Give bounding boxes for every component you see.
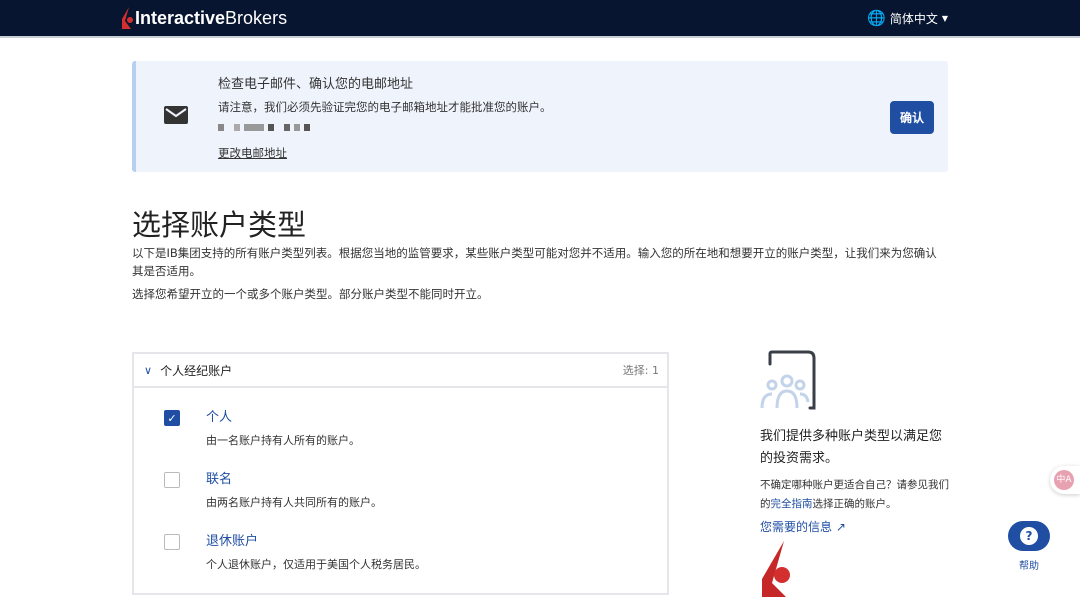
language-label: 简体中文 xyxy=(889,11,938,26)
email-verification-banner: 检查电子邮件、确认您的电邮地址 请注意，我们必须先验证完您的电子邮箱地址才能批准… xyxy=(132,61,948,172)
confirm-button[interactable]: 确认 xyxy=(889,101,934,134)
chevron-down-icon: ∨ xyxy=(144,363,153,377)
top-nav: Interactive Brokers 🌐 简体中文 ▼ xyxy=(0,0,1080,38)
option-desc: 个人退休账户，仅适用于美国个人税务居民。 xyxy=(206,558,426,571)
help-label: 帮助 xyxy=(1019,561,1039,572)
intro-text: 以下是IB集团支持的所有账户类型列表。根据您当地的监管要求，某些账户类型可能对您… xyxy=(132,246,937,278)
page-title: 选择账户类型 xyxy=(132,208,307,242)
account-type-panel: ∨ 个人经纪账户 选择: 1 ✓ 个人 由一名账户持有人所有的账户。 联名 由两… xyxy=(132,352,669,595)
complete-guide-link[interactable]: 完全指南 xyxy=(771,498,813,510)
ib-logo[interactable]: Interactive Brokers xyxy=(121,7,287,29)
ib-logo-icon xyxy=(122,7,133,29)
selection-count: 选择: 1 xyxy=(622,364,659,377)
info-needed-link[interactable]: 您需要的信息 ↗ xyxy=(760,518,950,535)
option-label: 退休账户 xyxy=(206,534,259,549)
option-desc: 由一名账户持有人所有的账户。 xyxy=(206,434,360,447)
option-desc: 由两名账户持有人共同所有的账户。 xyxy=(206,496,382,509)
checkbox-checked[interactable]: ✓ xyxy=(164,410,180,426)
logo-text-light: Brokers xyxy=(225,7,288,28)
panel-title: 个人经纪账户 xyxy=(160,363,233,378)
translate-button[interactable]: 中A xyxy=(1050,466,1080,494)
sidebar-title: 我们提供多种账户类型以满足您的投资需求。 xyxy=(760,429,943,466)
change-email-link[interactable]: 更改电邮地址 xyxy=(218,145,287,161)
question-icon: ? xyxy=(1020,527,1038,545)
info-sidebar: 我们提供多种账户类型以满足您的投资需求。 不确定哪种账户更适合自己？请参见我们的… xyxy=(760,350,950,601)
banner-subtitle: 请注意，我们必须先验证完您的电子邮箱地址才能批准您的账户。 xyxy=(218,100,552,114)
instruction-text: 选择您希望开立的一个或多个账户类型。部分账户类型不能同时开立。 xyxy=(132,287,489,301)
banner-title: 检查电子邮件、确认您的电邮地址 xyxy=(218,77,414,92)
option-label: 个人 xyxy=(206,410,233,425)
globe-icon: 🌐 xyxy=(867,9,886,27)
option-label: 联名 xyxy=(206,472,233,487)
checkbox[interactable] xyxy=(164,534,180,550)
translate-icon: 中A xyxy=(1054,470,1074,490)
envelope-icon xyxy=(164,106,188,124)
caret-down-icon: ▼ xyxy=(941,13,948,23)
ib-logo-mark xyxy=(762,541,790,597)
help-button[interactable]: ? 帮助 xyxy=(1008,521,1050,572)
external-link-icon: ↗ xyxy=(835,520,846,534)
logo-text-bold: Interactive xyxy=(135,7,226,28)
panel-header[interactable]: ∨ 个人经纪账户 选择: 1 xyxy=(134,354,667,388)
sidebar-desc: 不确定哪种账户更适合自己？请参见我们的完全指南选择正确的账户。 xyxy=(760,479,949,510)
redacted-email xyxy=(218,124,310,131)
checkbox[interactable] xyxy=(164,472,180,488)
people-document-icon xyxy=(760,350,816,410)
language-selector[interactable]: 🌐 简体中文 ▼ xyxy=(867,9,948,27)
